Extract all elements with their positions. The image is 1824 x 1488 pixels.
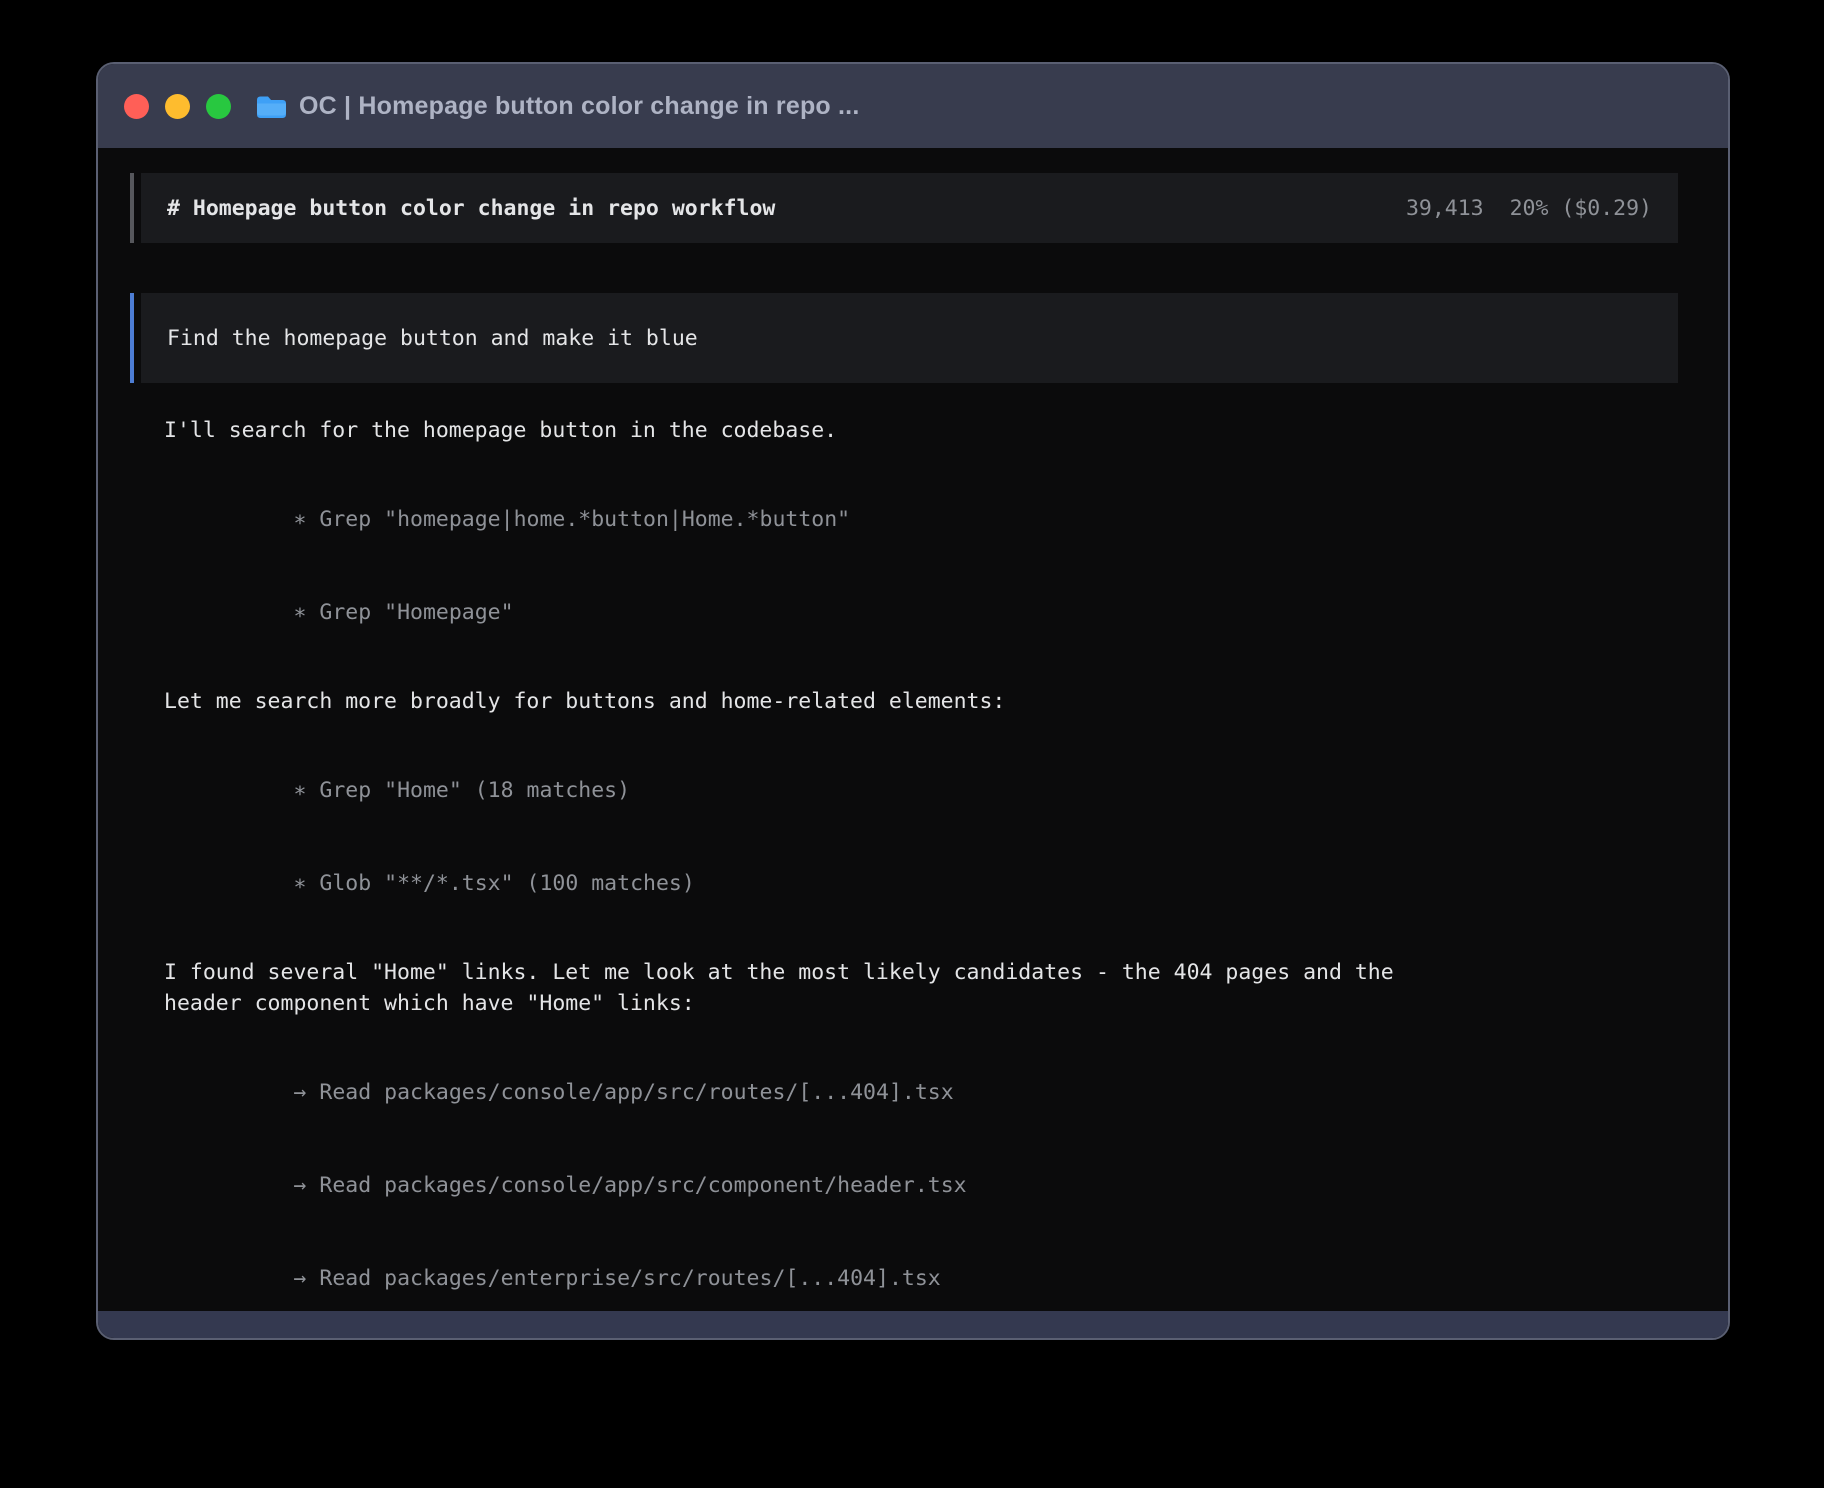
tool-call-glob: ∗ Glob "**/*.tsx" (100 matches) [164, 837, 1678, 930]
tool-call-text: Grep "homepage|home.*button|Home.*button… [319, 507, 850, 532]
assistant-message: header component which have "Home" links… [164, 988, 1678, 1019]
session-header: # Homepage button color change in repo w… [130, 173, 1678, 243]
tool-bullet-icon: ∗ [293, 507, 306, 532]
traffic-lights [124, 94, 231, 119]
tool-call-text: Glob "**/*.tsx" (100 matches) [319, 871, 694, 896]
session-header-border [130, 173, 134, 243]
folder-icon [255, 94, 286, 119]
titlebar: OC | Homepage button color change in rep… [98, 64, 1728, 148]
tool-call-grep: ∗ Grep "Home" (18 matches) [164, 744, 1678, 837]
tool-bullet-icon: ∗ [293, 778, 306, 803]
terminal-content: # Homepage button color change in repo w… [98, 148, 1728, 1311]
tool-call-grep: ∗ Grep "Homepage" [164, 566, 1678, 659]
assistant-message: I'll search for the homepage button in t… [164, 415, 1678, 446]
context-usage: 20% ($0.29) [1510, 193, 1652, 224]
terminal-window: OC | Homepage button color change in rep… [96, 62, 1730, 1340]
transcript: I'll search for the homepage button in t… [130, 415, 1678, 1311]
minimize-button[interactable] [165, 94, 190, 119]
tool-call-read: → Read packages/console/app/src/component… [164, 1139, 1678, 1232]
tool-call-text: Grep "Homepage" [319, 600, 513, 625]
arrow-right-icon: → [293, 1266, 306, 1291]
arrow-right-icon: → [293, 1173, 306, 1198]
tool-bullet-icon: ∗ [293, 600, 306, 625]
tool-call-read: → Read packages/console/app/src/routes/[.… [164, 1046, 1678, 1139]
read-file-path: Read packages/console/app/src/component/… [319, 1173, 966, 1198]
close-button[interactable] [124, 94, 149, 119]
tool-call-read: → Read packages/enterprise/src/routes/[..… [164, 1232, 1678, 1311]
tool-call-text: Grep "Home" (18 matches) [319, 778, 630, 803]
zoom-button[interactable] [206, 94, 231, 119]
user-message-text: Find the homepage button and make it blu… [167, 323, 698, 354]
read-file-path: Read packages/enterprise/src/routes/[...… [319, 1266, 940, 1291]
window-bottom-chrome [98, 1311, 1728, 1338]
user-message-border [130, 293, 134, 383]
tool-bullet-icon: ∗ [293, 871, 306, 896]
assistant-message: I found several "Home" links. Let me loo… [164, 957, 1678, 988]
tool-call-grep: ∗ Grep "homepage|home.*button|Home.*butto… [164, 473, 1678, 566]
window-title: OC | Homepage button color change in rep… [299, 92, 859, 121]
read-file-path: Read packages/console/app/src/routes/[..… [319, 1080, 953, 1105]
token-count: 39,413 [1406, 193, 1484, 224]
assistant-message: Let me search more broadly for buttons a… [164, 686, 1678, 717]
session-title: # Homepage button color change in repo w… [167, 193, 775, 224]
user-message: Find the homepage button and make it blu… [130, 293, 1678, 383]
arrow-right-icon: → [293, 1080, 306, 1105]
